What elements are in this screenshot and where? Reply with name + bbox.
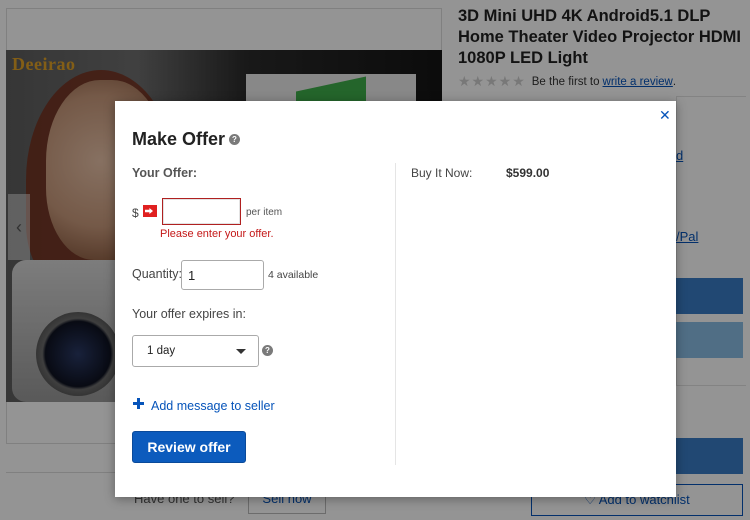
expires-selected-value: 1 day <box>147 345 176 357</box>
expires-dropdown[interactable]: 1 day <box>132 335 259 367</box>
chevron-down-icon <box>236 349 246 354</box>
help-icon[interactable]: ? <box>229 134 240 145</box>
buy-it-now-price: $599.00 <box>506 166 550 180</box>
offer-amount-input[interactable] <box>162 198 241 225</box>
column-divider <box>395 163 396 465</box>
quantity-input[interactable] <box>181 260 264 290</box>
quantity-label: Quantity: <box>132 267 183 281</box>
per-item-label: per item <box>246 207 283 218</box>
close-icon[interactable]: ✕ <box>659 107 671 124</box>
your-offer-label: Your Offer: <box>132 166 198 180</box>
make-offer-dialog: Make Offer ? ✕ Your Offer: $ per item Pl… <box>115 101 676 497</box>
dialog-title: Make Offer <box>132 129 226 149</box>
add-message-link[interactable]: Add message to seller <box>151 399 275 413</box>
offer-error-message: Please enter your offer. <box>160 228 274 240</box>
plus-icon[interactable] <box>133 398 144 409</box>
arrow-right-icon <box>143 205 157 217</box>
buy-it-now-label: Buy It Now: <box>411 166 473 180</box>
expires-label: Your offer expires in: <box>132 307 246 321</box>
available-count: 4 available <box>268 269 319 281</box>
review-offer-button[interactable]: Review offer <box>132 431 246 463</box>
expires-help-icon[interactable]: ? <box>262 345 273 356</box>
currency-symbol: $ <box>132 206 139 220</box>
